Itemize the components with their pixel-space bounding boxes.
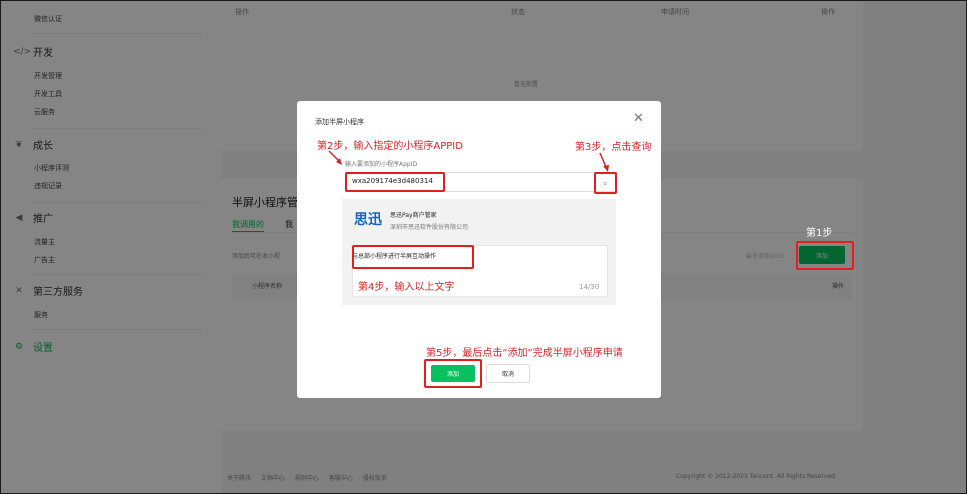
- annotation-arrow-step2: [328, 150, 342, 165]
- annotation-box-step1: [796, 241, 854, 270]
- dialog-title: 添加半屏小程序: [315, 118, 364, 126]
- annotation-box-step4: [352, 245, 474, 269]
- appid-label: 输入要添加的小程序AppID: [345, 161, 418, 168]
- app-name: 思迅Pay商户管家: [390, 212, 437, 219]
- char-counter: 14/30: [579, 283, 600, 291]
- annotation-arrow-step3: [599, 152, 609, 172]
- app-info-card: 思迅 思迅Pay商户管家 深圳市思迅软件股份有限公司 与总部小程序进行半屏互动操…: [342, 199, 616, 305]
- app-logo: 思迅: [354, 212, 382, 228]
- app-company: 深圳市思迅软件股份有限公司: [390, 224, 469, 231]
- close-icon[interactable]: ✕: [633, 111, 644, 126]
- annotation-step3: 第3步，点击查询: [575, 142, 652, 153]
- annotation-step4: 第4步，输入以上文字: [358, 282, 455, 293]
- annotation-step5: 第5步，最后点击“添加”完成半屏小程序申请: [426, 348, 623, 359]
- screenshot-frame: 微信认证 </> 开发 开发管理 开发工具 云服务 ❦ 成长 小程序评测 违规记…: [0, 0, 967, 494]
- annotation-box-step5: [424, 359, 482, 388]
- dialog-cancel-button[interactable]: 取消: [486, 364, 530, 383]
- annotation-step1: 第1步: [806, 228, 833, 239]
- annotation-box-step3: [594, 172, 617, 194]
- add-half-screen-dialog: 添加半屏小程序 ✕ 第2步，输入指定的小程序APPID 第3步，点击查询 输入要…: [297, 101, 661, 398]
- annotation-box-step2: [345, 172, 445, 192]
